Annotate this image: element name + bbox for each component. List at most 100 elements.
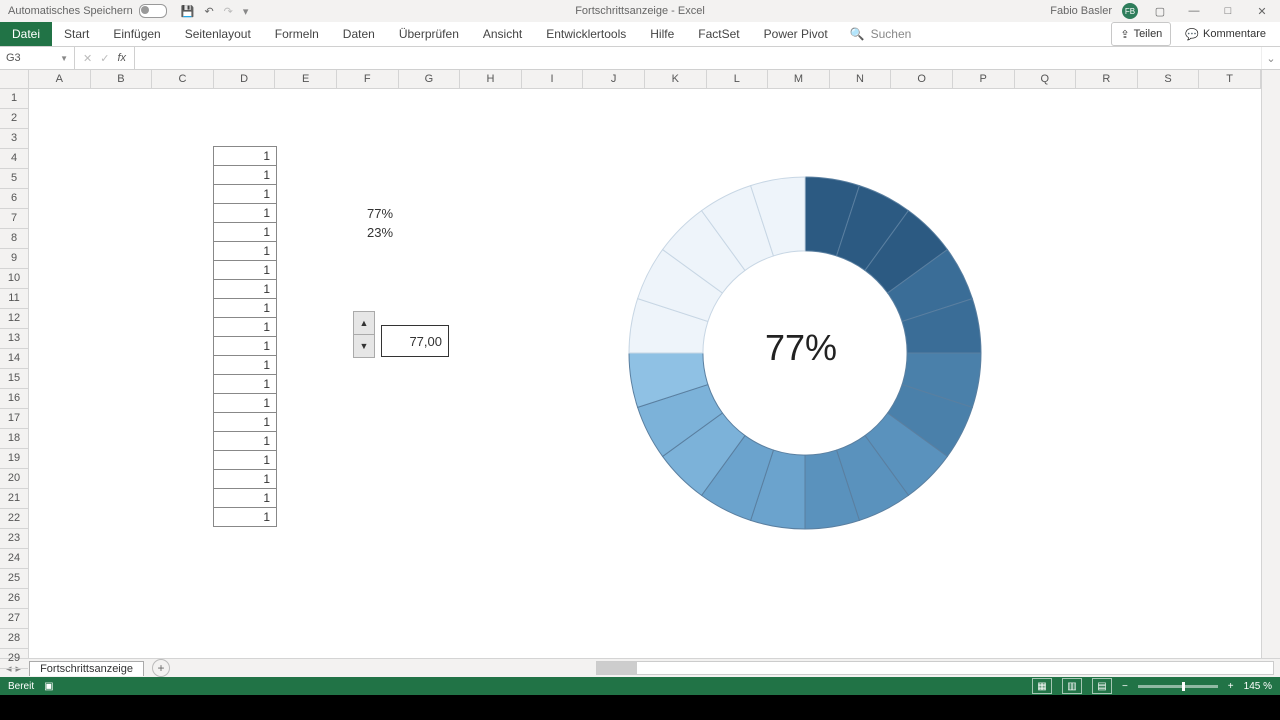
tab-seitenlayout[interactable]: Seitenlayout bbox=[173, 22, 263, 46]
row-header[interactable]: 3 bbox=[0, 129, 28, 149]
zoom-in-icon[interactable]: + bbox=[1228, 681, 1234, 692]
fx-icon[interactable]: fx bbox=[117, 52, 126, 64]
add-sheet-button[interactable]: + bbox=[152, 659, 170, 677]
row-header[interactable]: 19 bbox=[0, 449, 28, 469]
avatar[interactable]: FB bbox=[1122, 3, 1138, 19]
share-button[interactable]: ⇪ Teilen bbox=[1111, 22, 1171, 46]
data-cell[interactable]: 1 bbox=[213, 469, 277, 489]
row-header[interactable]: 7 bbox=[0, 209, 28, 229]
row-header[interactable]: 15 bbox=[0, 369, 28, 389]
col-header[interactable]: R bbox=[1076, 70, 1138, 88]
macro-rec-icon[interactable]: ▣ bbox=[44, 681, 53, 692]
vertical-scrollbar[interactable] bbox=[1261, 70, 1280, 658]
col-header[interactable]: E bbox=[275, 70, 337, 88]
col-header[interactable]: T bbox=[1199, 70, 1261, 88]
tab-file[interactable]: Datei bbox=[0, 22, 52, 46]
row-header[interactable]: 8 bbox=[0, 229, 28, 249]
data-cell[interactable]: 1 bbox=[213, 260, 277, 280]
data-cell[interactable]: 1 bbox=[213, 203, 277, 223]
data-cell[interactable]: 1 bbox=[213, 412, 277, 432]
row-header[interactable]: 9 bbox=[0, 249, 28, 269]
select-all-button[interactable] bbox=[0, 70, 28, 89]
row-header[interactable]: 2 bbox=[0, 109, 28, 129]
view-normal-icon[interactable]: ▦ bbox=[1032, 678, 1052, 694]
row-header[interactable]: 12 bbox=[0, 309, 28, 329]
minimize-icon[interactable]: — bbox=[1182, 5, 1206, 17]
tab-ansicht[interactable]: Ansicht bbox=[471, 22, 534, 46]
cell-percent-2[interactable]: 23% bbox=[367, 225, 393, 240]
qat-dropdown-icon[interactable]: ▾ bbox=[243, 5, 249, 18]
row-header[interactable]: 28 bbox=[0, 629, 28, 649]
col-header[interactable]: I bbox=[522, 70, 584, 88]
tab-entwicklertools[interactable]: Entwicklertools bbox=[534, 22, 638, 46]
col-header[interactable]: M bbox=[768, 70, 830, 88]
col-header[interactable]: B bbox=[91, 70, 153, 88]
data-cell[interactable]: 1 bbox=[213, 298, 277, 318]
col-header[interactable]: S bbox=[1138, 70, 1200, 88]
spin-up-button[interactable]: ▲ bbox=[354, 312, 374, 335]
col-header[interactable]: P bbox=[953, 70, 1015, 88]
chevron-down-icon[interactable]: ▼ bbox=[60, 54, 68, 63]
toggle-icon[interactable] bbox=[139, 4, 167, 18]
expand-formula-icon[interactable]: ⌄ bbox=[1261, 47, 1280, 69]
row-header[interactable]: 14 bbox=[0, 349, 28, 369]
row-header[interactable]: 4 bbox=[0, 149, 28, 169]
autosave-toggle[interactable]: Automatisches Speichern bbox=[8, 4, 167, 18]
maximize-icon[interactable]: □ bbox=[1216, 5, 1240, 17]
tab-start[interactable]: Start bbox=[52, 22, 101, 46]
name-box[interactable]: G3 ▼ bbox=[0, 47, 75, 69]
horizontal-scrollbar[interactable] bbox=[596, 661, 1274, 675]
row-header[interactable]: 10 bbox=[0, 269, 28, 289]
data-cell[interactable]: 1 bbox=[213, 393, 277, 413]
data-cell[interactable]: 1 bbox=[213, 241, 277, 261]
confirm-icon[interactable]: ✓ bbox=[100, 52, 109, 65]
spin-down-button[interactable]: ▼ bbox=[354, 335, 374, 357]
data-cell[interactable]: 1 bbox=[213, 450, 277, 470]
data-cell[interactable]: 1 bbox=[213, 488, 277, 508]
row-header[interactable]: 13 bbox=[0, 329, 28, 349]
row-header[interactable]: 22 bbox=[0, 509, 28, 529]
row-header[interactable]: 23 bbox=[0, 529, 28, 549]
row-header[interactable]: 29 bbox=[0, 649, 28, 669]
redo-icon[interactable]: ↷ bbox=[224, 5, 233, 18]
row-header[interactable]: 5 bbox=[0, 169, 28, 189]
col-header[interactable]: Q bbox=[1015, 70, 1077, 88]
row-header[interactable]: 1 bbox=[0, 89, 28, 109]
spin-value[interactable]: 77,00 bbox=[381, 325, 449, 357]
col-header[interactable]: C bbox=[152, 70, 214, 88]
sheet-tab[interactable]: Fortschrittsanzeige bbox=[29, 661, 144, 676]
tab-hilfe[interactable]: Hilfe bbox=[638, 22, 686, 46]
col-header[interactable]: F bbox=[337, 70, 399, 88]
tab-daten[interactable]: Daten bbox=[331, 22, 387, 46]
data-cell[interactable]: 1 bbox=[213, 336, 277, 356]
tab-factset[interactable]: FactSet bbox=[686, 22, 751, 46]
col-header[interactable]: O bbox=[891, 70, 953, 88]
data-cell[interactable]: 1 bbox=[213, 374, 277, 394]
zoom-out-icon[interactable]: − bbox=[1122, 681, 1128, 692]
col-header[interactable]: L bbox=[707, 70, 769, 88]
search-box[interactable]: 🔍 Suchen bbox=[850, 22, 912, 46]
data-cell[interactable]: 1 bbox=[213, 431, 277, 451]
row-header[interactable]: 18 bbox=[0, 429, 28, 449]
view-pagebreak-icon[interactable]: ▤ bbox=[1092, 678, 1112, 694]
data-cell[interactable]: 1 bbox=[213, 146, 277, 166]
close-icon[interactable]: ✕ bbox=[1250, 5, 1274, 18]
col-header[interactable]: H bbox=[460, 70, 522, 88]
row-header[interactable]: 17 bbox=[0, 409, 28, 429]
row-header[interactable]: 26 bbox=[0, 589, 28, 609]
col-header[interactable]: D bbox=[214, 70, 276, 88]
undo-icon[interactable]: ↶ bbox=[204, 5, 213, 18]
col-header[interactable]: N bbox=[830, 70, 892, 88]
row-header[interactable]: 6 bbox=[0, 189, 28, 209]
data-cell[interactable]: 1 bbox=[213, 184, 277, 204]
zoom-slider[interactable] bbox=[1138, 685, 1218, 688]
ribbon-display-icon[interactable]: ▢ bbox=[1148, 5, 1172, 18]
tab-formeln[interactable]: Formeln bbox=[263, 22, 331, 46]
tab-einfügen[interactable]: Einfügen bbox=[101, 22, 172, 46]
row-header[interactable]: 16 bbox=[0, 389, 28, 409]
row-header[interactable]: 11 bbox=[0, 289, 28, 309]
data-cell[interactable]: 1 bbox=[213, 165, 277, 185]
data-cell[interactable]: 1 bbox=[213, 507, 277, 527]
data-cell[interactable]: 1 bbox=[213, 317, 277, 337]
cancel-icon[interactable]: ✕ bbox=[83, 52, 92, 65]
